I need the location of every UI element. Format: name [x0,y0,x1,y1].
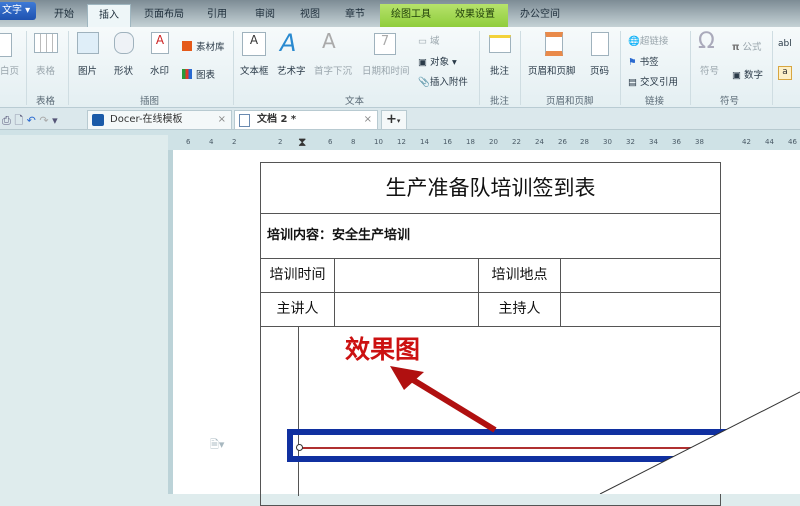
arrow-shaft [403,372,497,433]
overlay [390,366,800,494]
